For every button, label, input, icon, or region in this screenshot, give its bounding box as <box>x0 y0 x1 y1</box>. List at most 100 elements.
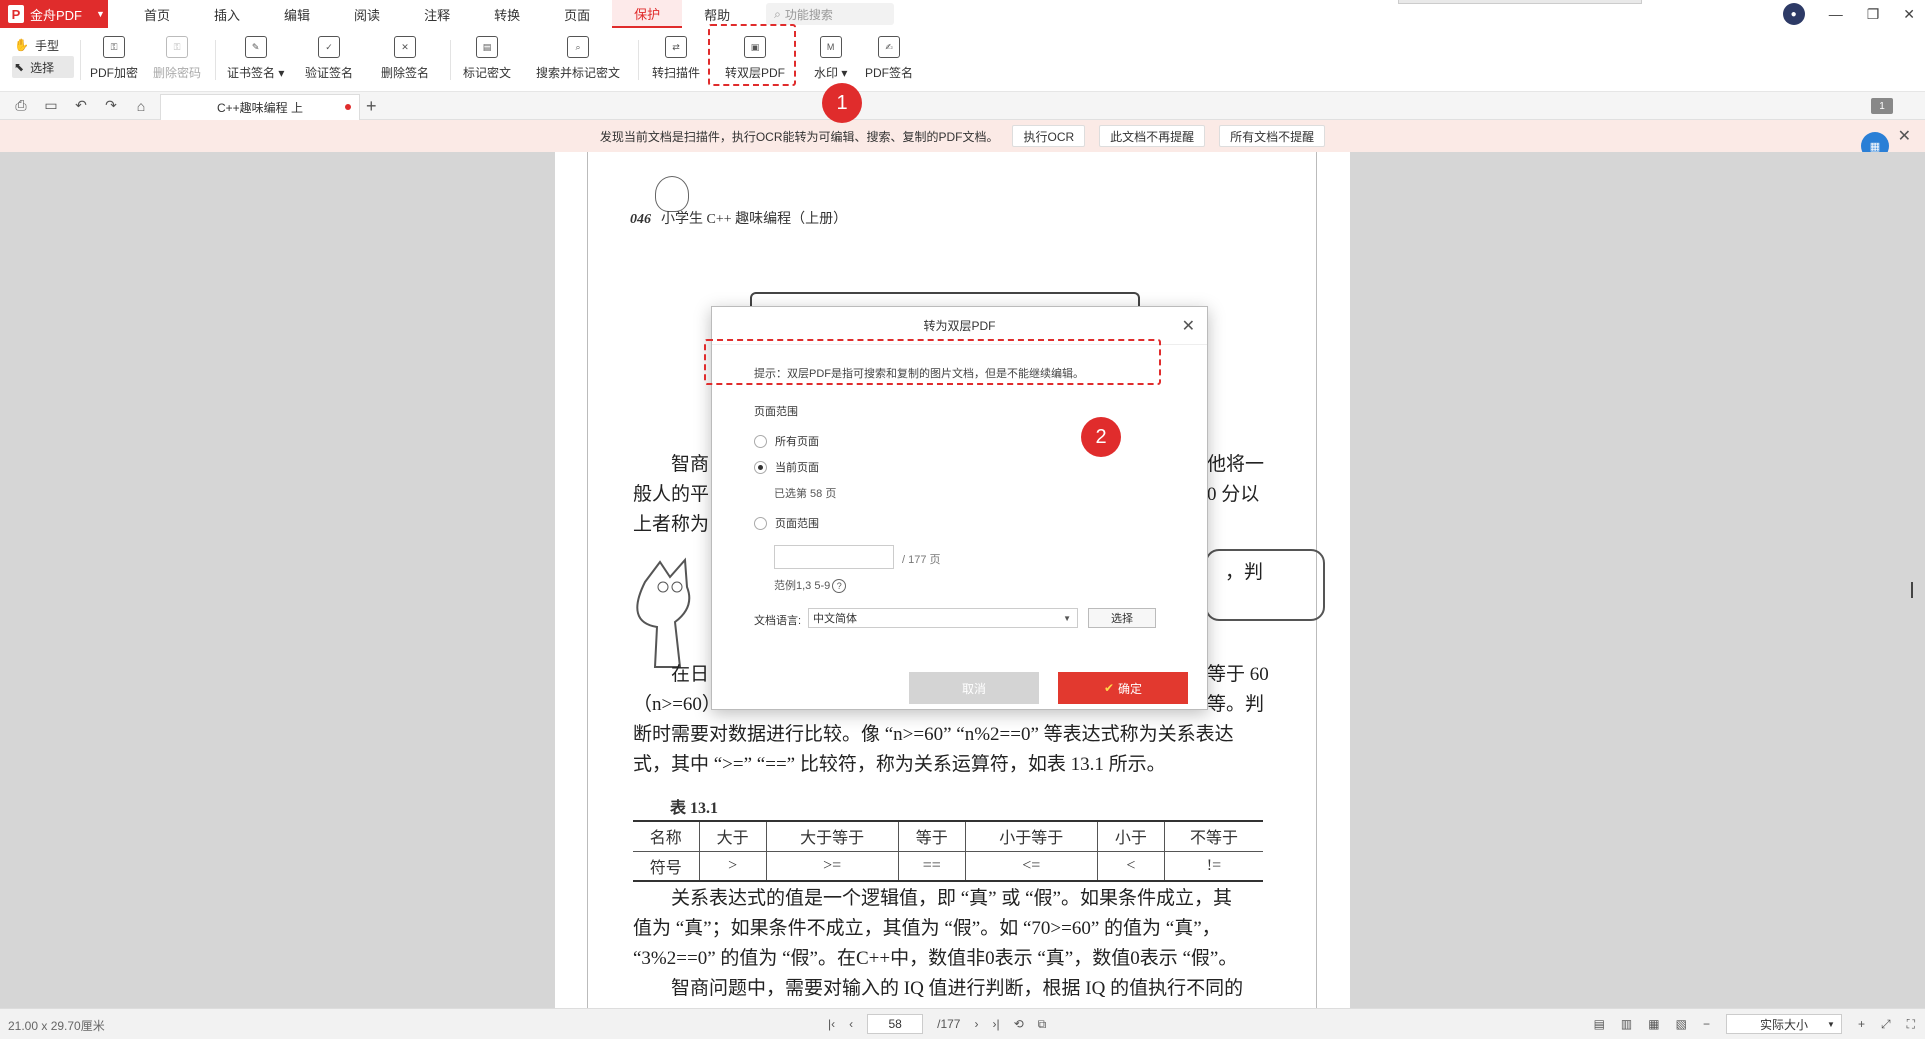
prev-page-icon[interactable]: ‹ <box>849 1017 853 1031</box>
avatar[interactable]: ● <box>1782 3 1805 25</box>
run-ocr-button[interactable]: 执行OCR <box>1012 125 1086 147</box>
pdf-sign-button[interactable]: ✍ PDF签名 <box>865 36 913 81</box>
fullscreen-icon[interactable]: ⛶ <box>1907 1017 1915 1032</box>
cursor-icon: ⬉ <box>14 60 25 74</box>
current-page-radio[interactable]: 当前页面 <box>754 459 819 475</box>
menu-tab[interactable]: 阅读 <box>332 0 402 28</box>
restore-icon[interactable]: ❐ <box>1867 6 1880 23</box>
menu-tab[interactable]: 插入 <box>192 0 262 28</box>
choose-language-button[interactable]: 选择 <box>1088 608 1156 628</box>
book-view-icon[interactable]: ▧ <box>1676 1017 1687 1031</box>
fit-page-icon[interactable]: ⤢ <box>1881 1017 1891 1032</box>
table-header-cell: 名称 <box>633 820 700 852</box>
page-range-input[interactable] <box>774 545 894 569</box>
dont-remind-all-button[interactable]: 所有文档不提醒 <box>1219 125 1326 147</box>
cancel-button[interactable]: 取消 <box>909 672 1039 704</box>
zoom-out-icon[interactable]: − <box>1703 1017 1710 1031</box>
minimize-icon[interactable]: — <box>1829 6 1843 22</box>
app-brand-button[interactable]: P 金舟PDF ▼ <box>0 0 108 28</box>
continuous-view-icon[interactable]: ▥ <box>1621 1017 1632 1031</box>
cert-sign-button[interactable]: ✎ 证书签名 ▾ <box>227 36 284 81</box>
table-header-cell: 大于等于 <box>765 820 899 852</box>
menu-tab[interactable]: 保护 <box>612 0 683 28</box>
page-range-radio[interactable]: 页面范围 <box>754 515 819 531</box>
language-select[interactable]: 中文简体 ▼ <box>808 608 1078 628</box>
menu-bar: P 金舟PDF ▼ 首页 插入 编辑 阅读 注释 转换 页面 保护 帮助 ⌕ 功能搜索 ● — … <box>0 0 1925 28</box>
watermark-label: 水印 ▾ <box>814 66 848 80</box>
add-tab-icon[interactable]: + <box>366 96 377 117</box>
zoom-in-icon[interactable]: + <box>1858 1017 1865 1031</box>
hand-tool-button[interactable]: ✋ 手型 <box>12 34 74 56</box>
radio-off-icon <box>754 434 767 448</box>
table-cell: 符号 <box>633 851 700 882</box>
help-icon[interactable]: ? <box>832 579 847 593</box>
close-icon[interactable]: ✕ <box>1898 126 1911 146</box>
to-scan-button[interactable]: ⇄ 转扫描件 <box>652 36 700 81</box>
print-icon[interactable]: ⎙ <box>12 97 30 114</box>
mascot-illustration <box>655 176 689 212</box>
verify-sign-label: 验证签名 <box>305 66 354 80</box>
remove-password-button[interactable]: ⚿ 删除密码 <box>153 36 201 81</box>
table-title: 表 13.1 <box>670 800 719 817</box>
rotate-icon[interactable]: ⟲ <box>1014 1017 1024 1031</box>
radio-off-icon <box>754 516 767 530</box>
zoom-value: 实际大小 <box>1759 1017 1808 1032</box>
pen-icon: ✍ <box>878 36 900 58</box>
undo-icon[interactable]: ↶ <box>72 97 90 114</box>
menu-tab[interactable]: 编辑 <box>262 0 332 28</box>
two-page-view-icon[interactable]: ▦ <box>1648 1017 1659 1031</box>
document-tab[interactable]: C++趣味编程 上 <box>160 94 360 120</box>
first-page-icon[interactable]: |‹ <box>828 1017 835 1031</box>
check-icon: ✔ <box>1103 681 1115 695</box>
function-search-input[interactable]: ⌕ 功能搜索 <box>766 3 895 25</box>
body-line: 关系表达式的值是一个逻辑值，即 “真” 或 “假”。如果条件成立，其 <box>671 888 1232 909</box>
table-cell: > <box>698 851 767 882</box>
zoom-select[interactable]: 实际大小 ▼ <box>1725 1014 1842 1034</box>
menu-tab[interactable]: 注释 <box>402 0 472 28</box>
page-number: 046 <box>630 212 651 227</box>
document-tab-bar: ⎙ ▭ ↶ ↷ ⌂ C++趣味编程 上 + 1 <box>0 92 1925 120</box>
close-icon[interactable]: ✕ <box>1182 316 1195 336</box>
fox-illustration <box>636 557 691 668</box>
language-label: 文档语言: <box>754 615 802 627</box>
ocr-message: 发现当前文档是扫描件，执行OCR能转为可编辑、搜索、复制的PDF文档。 <box>599 129 999 144</box>
delete-sign-button[interactable]: ✕ 删除签名 <box>381 36 429 81</box>
search-redact-button[interactable]: ⌕ 搜索并标记密文 <box>536 36 620 81</box>
scrollbar-thumb[interactable] <box>1911 582 1913 598</box>
step-badge-2: 2 <box>1081 417 1121 457</box>
all-pages-radio[interactable]: 所有页面 <box>754 433 819 449</box>
mark-redact-button[interactable]: ▤ 标记密文 <box>463 36 511 81</box>
home-icon[interactable]: ⌂ <box>132 98 150 114</box>
last-page-icon[interactable]: ›| <box>992 1017 999 1031</box>
redo-icon[interactable]: ↷ <box>102 97 120 114</box>
body-line: “3%2==0” 的值为 “假”。在C++中，数值非0表示 “真”，数值0表示 … <box>633 948 1238 969</box>
menu-tab[interactable]: 转换 <box>472 0 542 28</box>
ocr-notification-bar: 发现当前文档是扫描件，执行OCR能转为可编辑、搜索、复制的PDF文档。 执行OC… <box>0 120 1925 152</box>
select-tool-button[interactable]: ⬉ 选择 <box>12 56 74 78</box>
watermark-button[interactable]: M 水印 ▾ <box>814 36 847 81</box>
redact-icon: ▤ <box>476 36 498 58</box>
next-page-icon[interactable]: › <box>974 1017 978 1031</box>
watermark-icon: M <box>819 36 842 58</box>
confirm-button[interactable]: ✔ 确定 <box>1058 672 1188 704</box>
chevron-down-icon: ▼ <box>1827 1019 1835 1029</box>
page-number-input[interactable]: 58 <box>867 1014 924 1034</box>
menu-tab[interactable]: 页面 <box>542 0 612 28</box>
step-badge-1: 1 <box>822 83 862 123</box>
highlight-box-toolbar <box>708 24 796 86</box>
body-line: 等。判 <box>1207 694 1265 715</box>
single-page-view-icon[interactable]: ▤ <box>1594 1017 1605 1031</box>
crop-icon[interactable]: ⧉ <box>1038 1017 1047 1032</box>
verify-sign-button[interactable]: ✓ 验证签名 <box>305 36 353 81</box>
delete-signature-icon: ✕ <box>394 36 416 58</box>
table-header-cell: 小于等于 <box>964 820 1098 852</box>
pdf-encrypt-button[interactable]: ⚿ PDF加密 <box>90 36 138 81</box>
dont-remind-doc-button[interactable]: 此文档不再提醒 <box>1099 125 1206 147</box>
selected-page-note: 已选第 58 页 <box>774 488 837 500</box>
hand-icon: ✋ <box>14 38 29 52</box>
body-line: 般人的平 <box>633 484 710 505</box>
close-icon[interactable]: ✕ <box>1903 6 1915 23</box>
save-icon[interactable]: ▭ <box>42 97 60 114</box>
menu-tab[interactable]: 首页 <box>122 0 192 28</box>
table-cell: <= <box>964 851 1098 882</box>
